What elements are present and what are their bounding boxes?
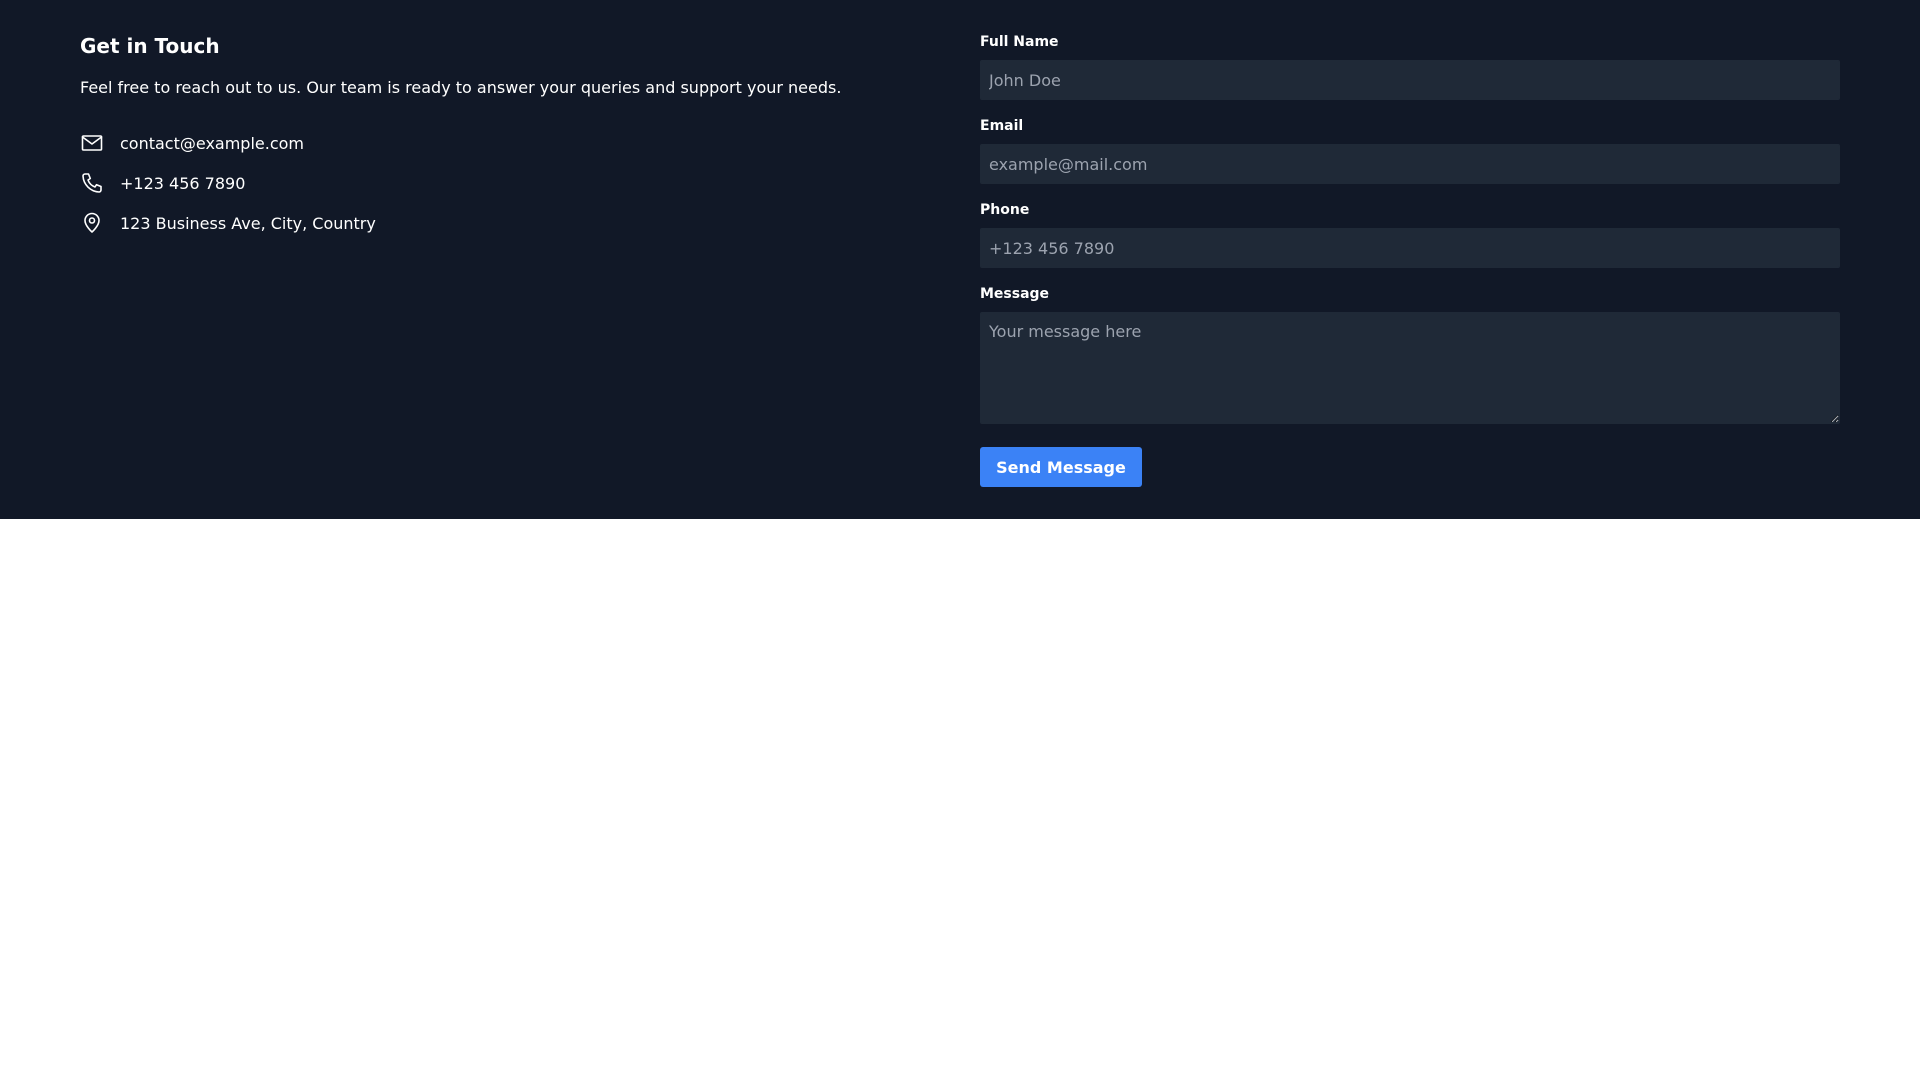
message-textarea[interactable] [980,312,1840,424]
message-label: Message [980,286,1050,302]
contact-address-text: 123 Business Ave, City, Country [120,213,376,233]
contact-phone: +123 456 7890 [80,169,245,197]
contact-email-text: contact@example.com [120,133,304,153]
section-intro: Feel free to reach out to us. Our team i… [80,78,842,97]
contact-phone-text: +123 456 7890 [120,173,246,193]
phone-icon [80,171,104,195]
send-message-button[interactable]: Send Message [980,447,1142,487]
contact-address: 123 Business Ave, City, Country [80,209,376,237]
location-pin-icon [80,211,104,235]
section-title: Get in Touch [80,34,220,58]
contact-section: Get in Touch Feel free to reach out to u… [0,0,1920,519]
full-name-label: Full Name [980,34,1059,50]
phone-label: Phone [980,202,1030,218]
contact-email: contact@example.com [80,129,304,157]
full-name-input[interactable] [980,60,1840,100]
mail-icon [80,131,104,155]
contact-info: Get in Touch Feel free to reach out to u… [80,30,900,233]
email-label: Email [980,118,1024,134]
email-input[interactable] [980,144,1840,184]
phone-input[interactable] [980,228,1840,268]
